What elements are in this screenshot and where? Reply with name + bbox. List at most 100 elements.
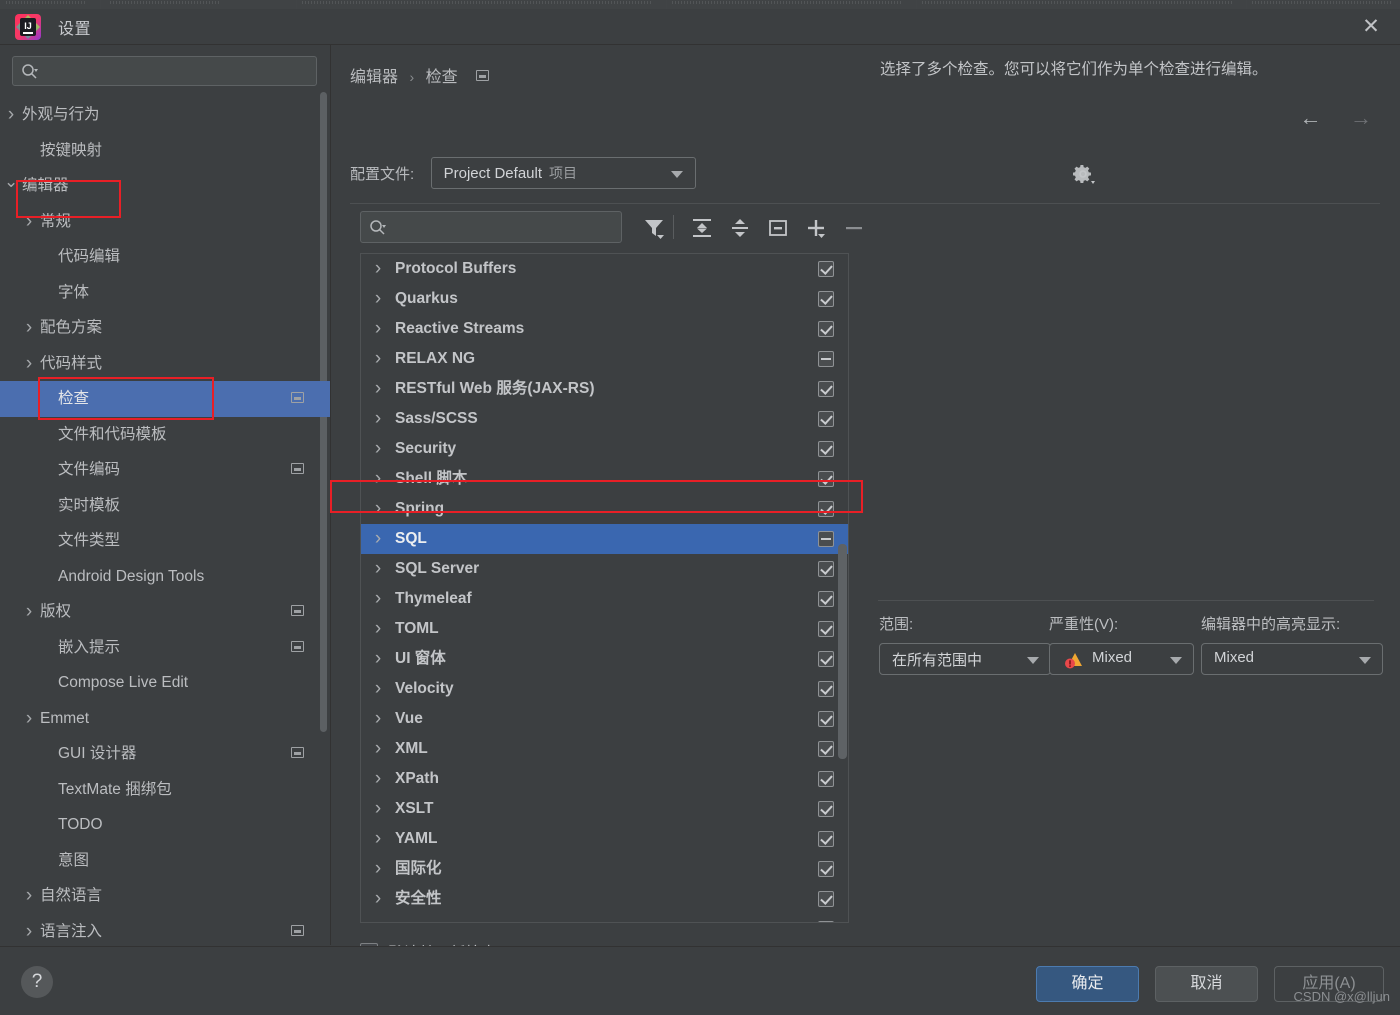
inspection-group-checkbox[interactable]: [818, 501, 834, 517]
sidebar-item[interactable]: 文件类型: [0, 523, 330, 559]
sidebar-item[interactable]: GUI 设计器: [0, 736, 330, 772]
scope-select[interactable]: 在所有范围中: [879, 643, 1051, 675]
sidebar-item[interactable]: › 语言注入: [0, 914, 330, 946]
inspection-group-row[interactable]: › YAML: [361, 824, 848, 854]
inspection-group-checkbox[interactable]: [818, 681, 834, 697]
sidebar-item[interactable]: › Emmet: [0, 701, 330, 737]
chevron-right-icon[interactable]: ›: [371, 344, 385, 374]
chevron-right-icon[interactable]: ›: [371, 374, 385, 404]
highlight-select[interactable]: Mixed: [1201, 643, 1383, 675]
chevron-right-icon[interactable]: ›: [371, 614, 385, 644]
inspection-group-row[interactable]: › Spring: [361, 494, 848, 524]
inspection-group-row[interactable]: › Reactive Streams: [361, 314, 848, 344]
chevron-right-icon[interactable]: ›: [22, 914, 36, 946]
inspection-group-row[interactable]: › Sass/SCSS: [361, 404, 848, 434]
chevron-right-icon[interactable]: ›: [4, 97, 18, 133]
breadcrumb-parent[interactable]: 编辑器: [350, 69, 398, 86]
inspection-search-input[interactable]: [360, 211, 622, 243]
inspection-group-row[interactable]: ›: [361, 914, 848, 922]
inspection-group-row[interactable]: › Velocity: [361, 674, 848, 704]
chevron-right-icon[interactable]: ›: [371, 884, 385, 914]
inspection-group-row[interactable]: › RELAX NG: [361, 344, 848, 374]
chevron-right-icon[interactable]: ›: [22, 204, 36, 240]
chevron-right-icon[interactable]: ›: [371, 554, 385, 584]
inspection-group-checkbox[interactable]: [818, 471, 834, 487]
sidebar-item[interactable]: Android Design Tools: [0, 559, 330, 595]
sidebar-item[interactable]: › 代码样式: [0, 346, 330, 382]
sidebar-item[interactable]: 检查: [0, 381, 330, 417]
inspection-group-checkbox[interactable]: [818, 561, 834, 577]
chevron-right-icon[interactable]: ›: [371, 704, 385, 734]
inspection-group-row[interactable]: › Protocol Buffers: [361, 254, 848, 284]
inspection-group-row[interactable]: › RESTful Web 服务(JAX-RS): [361, 374, 848, 404]
chevron-right-icon[interactable]: ›: [371, 794, 385, 824]
sidebar-item[interactable]: › 配色方案: [0, 310, 330, 346]
sidebar-item[interactable]: 代码编辑: [0, 239, 330, 275]
chevron-right-icon[interactable]: ›: [371, 314, 385, 344]
chevron-right-icon[interactable]: ›: [371, 674, 385, 704]
chevron-right-icon[interactable]: ›: [371, 854, 385, 884]
sidebar-item[interactable]: 意图: [0, 843, 330, 879]
inspection-group-row[interactable]: › XPath: [361, 764, 848, 794]
inspection-group-checkbox[interactable]: [818, 891, 834, 907]
inspection-group-row[interactable]: › XSLT: [361, 794, 848, 824]
inspection-group-row[interactable]: › SQL: [361, 524, 848, 554]
reset-icon[interactable]: [765, 215, 791, 246]
inspection-group-checkbox[interactable]: [818, 351, 834, 367]
sidebar-item[interactable]: TODO: [0, 807, 330, 843]
cancel-button[interactable]: 取消: [1155, 966, 1258, 1002]
inspection-group-checkbox[interactable]: [818, 711, 834, 727]
chevron-right-icon[interactable]: ›: [22, 346, 36, 382]
chevron-right-icon[interactable]: ›: [22, 310, 36, 346]
inspection-group-checkbox[interactable]: [818, 771, 834, 787]
chevron-right-icon[interactable]: ›: [22, 878, 36, 914]
inspection-group-row[interactable]: › Vue: [361, 704, 848, 734]
sidebar-item[interactable]: 嵌入提示: [0, 630, 330, 666]
inspection-group-row[interactable]: › Shell 脚本: [361, 464, 848, 494]
inspection-group-checkbox[interactable]: [818, 591, 834, 607]
inspection-group-checkbox[interactable]: [818, 651, 834, 667]
gear-icon[interactable]: [1071, 162, 1095, 186]
inspection-group-row[interactable]: › Quarkus: [361, 284, 848, 314]
inspection-group-row[interactable]: › SQL Server: [361, 554, 848, 584]
inspection-group-checkbox[interactable]: [818, 921, 834, 922]
ok-button[interactable]: 确定: [1036, 966, 1139, 1002]
severity-select[interactable]: Mixed: [1049, 643, 1194, 675]
inspection-list-scrollbar[interactable]: [838, 544, 847, 759]
inspection-group-row[interactable]: › XML: [361, 734, 848, 764]
inspection-group-checkbox[interactable]: [818, 861, 834, 877]
close-icon[interactable]: ✕: [1356, 12, 1386, 42]
chevron-right-icon[interactable]: ›: [22, 701, 36, 737]
chevron-right-icon[interactable]: ›: [371, 914, 385, 922]
chevron-right-icon[interactable]: ›: [371, 254, 385, 284]
chevron-right-icon[interactable]: ›: [371, 404, 385, 434]
inspection-group-row[interactable]: › TOML: [361, 614, 848, 644]
sidebar-item[interactable]: 字体: [0, 275, 330, 311]
inspection-group-checkbox[interactable]: [818, 261, 834, 277]
profile-select[interactable]: Project Default 项目: [430, 157, 696, 189]
sidebar-search-input[interactable]: [12, 56, 317, 86]
expand-all-icon[interactable]: [689, 215, 715, 246]
chevron-right-icon[interactable]: ›: [371, 524, 385, 554]
inspection-group-row[interactable]: › 国际化: [361, 854, 848, 884]
inspection-group-row[interactable]: › UI 窗体: [361, 644, 848, 674]
inspection-group-checkbox[interactable]: [818, 621, 834, 637]
sidebar-item[interactable]: 文件和代码模板: [0, 417, 330, 453]
chevron-right-icon[interactable]: ›: [371, 494, 385, 524]
inspection-group-checkbox[interactable]: [818, 381, 834, 397]
chevron-right-icon[interactable]: ›: [371, 734, 385, 764]
inspection-group-checkbox[interactable]: [818, 741, 834, 757]
chevron-right-icon[interactable]: ›: [371, 824, 385, 854]
chevron-right-icon[interactable]: ›: [22, 594, 36, 630]
sidebar-item[interactable]: 文件编码: [0, 452, 330, 488]
inspection-group-checkbox[interactable]: [818, 831, 834, 847]
sidebar-item[interactable]: › 自然语言: [0, 878, 330, 914]
inspection-group-checkbox[interactable]: [818, 801, 834, 817]
collapse-all-icon[interactable]: [727, 215, 753, 246]
inspection-group-checkbox[interactable]: [818, 321, 834, 337]
chevron-right-icon[interactable]: ›: [371, 644, 385, 674]
sidebar-item[interactable]: › 版权: [0, 594, 330, 630]
chevron-down-icon[interactable]: ⌄: [4, 168, 18, 196]
sidebar-item[interactable]: ⌄ 编辑器: [0, 168, 330, 204]
sidebar-item[interactable]: 实时模板: [0, 488, 330, 524]
